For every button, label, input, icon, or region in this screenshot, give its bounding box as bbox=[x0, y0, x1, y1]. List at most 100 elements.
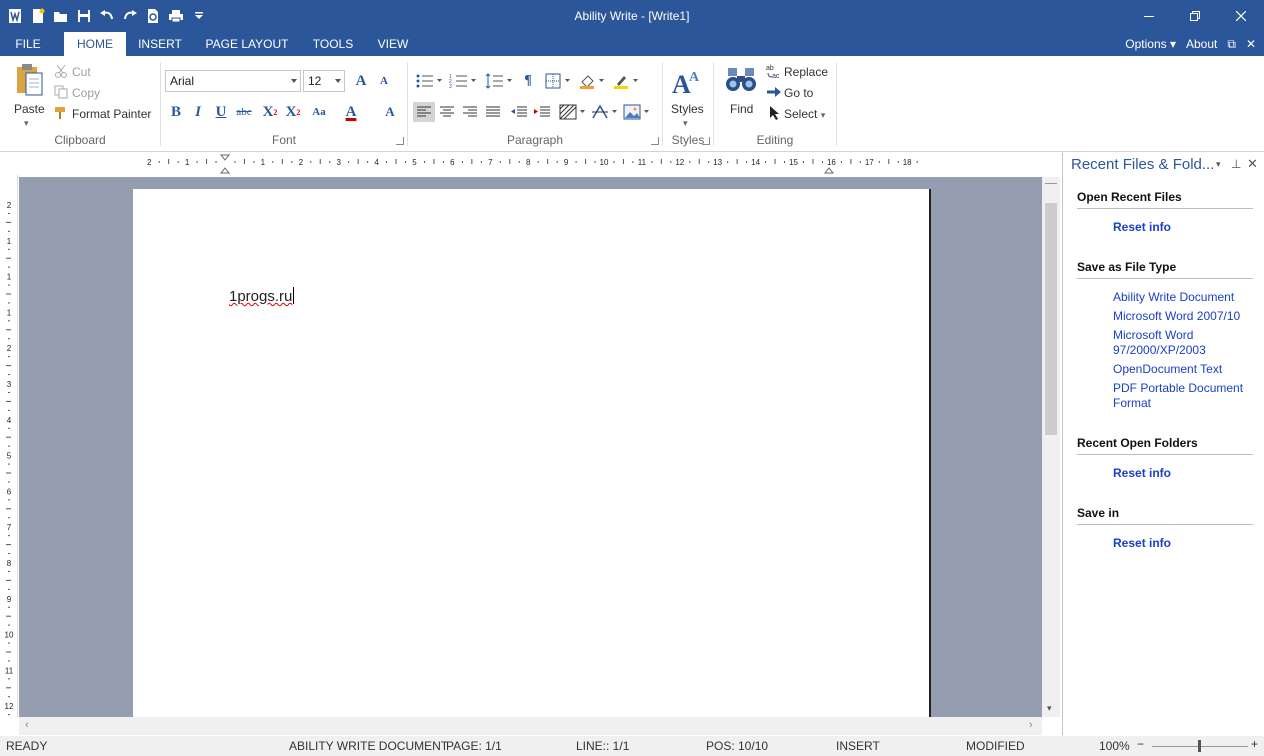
tab-insert[interactable]: INSERT bbox=[132, 32, 188, 56]
cut-button[interactable]: Cut bbox=[72, 65, 91, 79]
strikethrough-icon[interactable]: abc bbox=[234, 102, 254, 122]
file-type-link[interactable]: Microsoft Word 97/2000/XP/2003 bbox=[1113, 328, 1213, 358]
ruler-tick bbox=[357, 159, 359, 164]
tab-view[interactable]: VIEW bbox=[372, 32, 414, 56]
minimize-icon[interactable] bbox=[1126, 0, 1172, 32]
file-type-link[interactable]: OpenDocument Text bbox=[1113, 362, 1253, 377]
zoom-out-icon[interactable]: − bbox=[1137, 737, 1144, 751]
ribbon-restore-icon[interactable]: ⧉ bbox=[1227, 32, 1236, 56]
reset-info-link[interactable]: Reset info bbox=[1113, 220, 1253, 235]
status-bar: READY ABILITY WRITE DOCUMENT PAGE: 1/1 L… bbox=[0, 736, 1264, 756]
scroll-down-icon[interactable]: ▾ bbox=[1047, 703, 1052, 714]
shading-icon[interactable] bbox=[578, 71, 608, 91]
borders-icon[interactable] bbox=[544, 71, 574, 91]
shrink-font-icon[interactable]: A bbox=[374, 71, 394, 91]
copy-icon bbox=[54, 85, 68, 99]
file-type-link[interactable]: PDF Portable Document Format bbox=[1113, 381, 1253, 411]
highlight-icon[interactable] bbox=[612, 71, 642, 91]
tab-home[interactable]: HOME bbox=[64, 32, 126, 57]
styles-icon[interactable]: AA bbox=[671, 64, 705, 96]
paragraph-launcher-icon[interactable] bbox=[651, 137, 659, 145]
recent-files-panel: Recent Files & Fold... ▾ ⊥ ✕ Open Recent… bbox=[1062, 153, 1264, 735]
grow-font-icon[interactable]: A bbox=[351, 71, 371, 91]
indent-marker[interactable] bbox=[219, 167, 231, 174]
goto-button[interactable]: Go to bbox=[784, 86, 813, 100]
about-menu[interactable]: About bbox=[1186, 32, 1217, 56]
change-case-icon[interactable]: Aa bbox=[309, 102, 329, 122]
file-type-link[interactable]: Ability Write Document bbox=[1113, 290, 1253, 305]
columns-icon[interactable] bbox=[558, 102, 588, 122]
align-left-icon[interactable] bbox=[413, 102, 435, 122]
clear-format-icon[interactable]: A bbox=[380, 102, 400, 122]
ruler-tick bbox=[8, 230, 10, 232]
underline-icon[interactable]: U bbox=[211, 102, 231, 122]
document-page[interactable]: 1progs.ru bbox=[133, 189, 929, 717]
ruler-tick bbox=[670, 161, 672, 163]
subscript-icon[interactable]: X2 bbox=[260, 102, 280, 122]
styles-dropdown-icon[interactable]: ▾ bbox=[683, 118, 688, 129]
align-right-icon[interactable] bbox=[459, 102, 481, 122]
ruler-number: 3 bbox=[336, 158, 341, 167]
scroll-top-line-icon[interactable] bbox=[1045, 183, 1057, 189]
vertical-scroll-thumb[interactable] bbox=[1045, 203, 1057, 435]
scroll-right-icon[interactable]: › bbox=[1029, 719, 1033, 731]
zoom-level[interactable]: 100% bbox=[1099, 739, 1130, 753]
line-spacing-icon[interactable] bbox=[484, 71, 514, 91]
zoom-slider-thumb[interactable] bbox=[1198, 740, 1201, 752]
status-mode[interactable]: INSERT bbox=[836, 739, 880, 753]
copy-button[interactable]: Copy bbox=[72, 86, 100, 100]
vertical-ruler[interactable]: 2 1 1 1 2 3 4 5 6 7 8 9 10 11 12 bbox=[0, 175, 18, 734]
font-color-icon[interactable]: A bbox=[341, 102, 361, 122]
styles-button[interactable]: Styles bbox=[671, 102, 704, 116]
bold-icon[interactable]: B bbox=[166, 102, 186, 122]
numbering-icon[interactable]: 123 bbox=[448, 71, 478, 91]
justify-icon[interactable] bbox=[482, 102, 504, 122]
font-launcher-icon[interactable] bbox=[396, 137, 404, 145]
binoculars-icon[interactable] bbox=[724, 64, 758, 96]
styles-launcher-icon[interactable] bbox=[702, 137, 710, 145]
ruler-number: 2 bbox=[7, 201, 12, 210]
first-line-indent-marker[interactable] bbox=[219, 154, 231, 161]
tab-tools[interactable]: TOOLS bbox=[306, 32, 360, 56]
decrease-indent-icon[interactable] bbox=[508, 102, 530, 122]
picture-icon[interactable] bbox=[622, 102, 652, 122]
replace-button[interactable]: Replace bbox=[784, 65, 828, 79]
panel-close-icon[interactable]: ✕ bbox=[1247, 156, 1258, 172]
close-icon[interactable] bbox=[1218, 0, 1264, 32]
increase-indent-icon[interactable] bbox=[531, 102, 553, 122]
ruler-tick bbox=[660, 159, 662, 164]
ruler-tick bbox=[168, 159, 170, 164]
horizontal-scrollbar[interactable]: ‹ › bbox=[19, 717, 1042, 735]
font-family-combo[interactable]: Arial bbox=[165, 70, 301, 92]
ribbon-close-icon[interactable]: ✕ bbox=[1246, 32, 1256, 56]
scroll-left-icon[interactable]: ‹ bbox=[25, 719, 29, 731]
file-type-link[interactable]: Microsoft Word 2007/10 bbox=[1113, 309, 1253, 324]
document-text[interactable]: 1progs.ru bbox=[229, 287, 295, 305]
zoom-in-icon[interactable]: + bbox=[1251, 737, 1258, 751]
reset-info-link[interactable]: Reset info bbox=[1113, 466, 1253, 481]
indent-marker[interactable] bbox=[823, 167, 835, 174]
superscript-icon[interactable]: X2 bbox=[283, 102, 303, 122]
italic-icon[interactable]: I bbox=[188, 102, 208, 122]
options-menu[interactable]: Options ▾ bbox=[1125, 32, 1176, 56]
text-direction-icon[interactable] bbox=[590, 102, 620, 122]
reset-info-link[interactable]: Reset info bbox=[1113, 536, 1253, 551]
font-size-combo[interactable]: 12 bbox=[303, 70, 345, 92]
paste-label[interactable]: Paste bbox=[14, 102, 45, 116]
paste-icon[interactable] bbox=[12, 62, 46, 98]
align-center-icon[interactable] bbox=[436, 102, 458, 122]
tab-file[interactable]: FILE bbox=[8, 32, 48, 56]
bullets-icon[interactable] bbox=[414, 71, 444, 91]
panel-dropdown-icon[interactable]: ▾ bbox=[1216, 159, 1221, 170]
find-button[interactable]: Find bbox=[730, 102, 753, 116]
panel-pin-icon[interactable]: ⊥ bbox=[1231, 157, 1241, 171]
tab-page-layout[interactable]: PAGE LAYOUT bbox=[200, 32, 294, 56]
restore-icon[interactable] bbox=[1172, 0, 1218, 32]
pilcrow-icon[interactable]: ¶ bbox=[518, 71, 538, 91]
paste-dropdown-icon[interactable]: ▾ bbox=[24, 118, 29, 129]
vertical-scrollbar[interactable]: ▾ bbox=[1042, 177, 1060, 717]
format-painter-button[interactable]: Format Painter bbox=[72, 107, 151, 121]
select-button[interactable]: Select ▾ bbox=[784, 107, 825, 121]
horizontal-ruler[interactable]: 2 1 1 2 3 4 5 6 7 8 9 10 11 12 13 14 15 16 17 18 bbox=[20, 153, 1062, 175]
ruler-tick bbox=[698, 159, 700, 164]
